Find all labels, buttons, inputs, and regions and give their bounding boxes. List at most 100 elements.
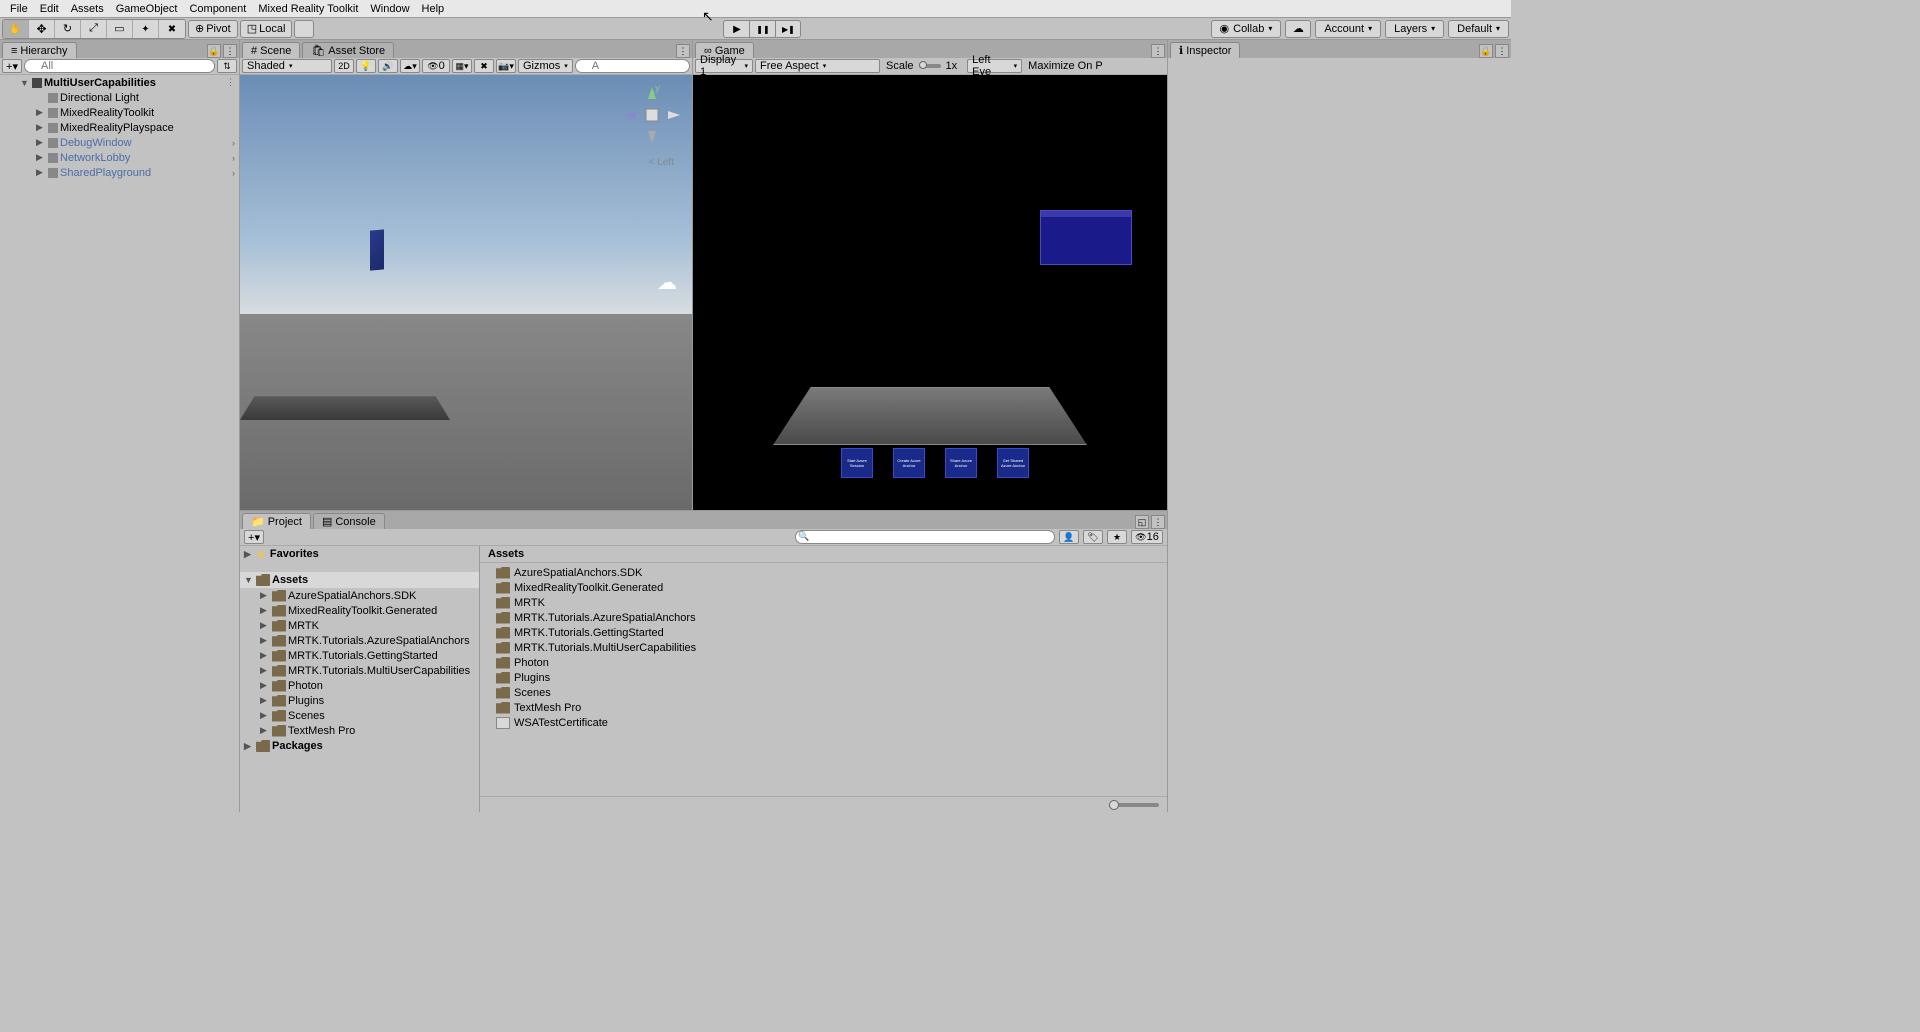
cloud-button[interactable]: [1285, 20, 1311, 38]
hierarchy-create-button[interactable]: +▾: [2, 59, 22, 73]
menu-mrtk[interactable]: Mixed Reality Toolkit: [252, 3, 364, 15]
menu-window[interactable]: Window: [364, 3, 415, 15]
menu-component[interactable]: Component: [183, 3, 252, 15]
2d-toggle-button[interactable]: 2D: [334, 59, 354, 73]
project-filter1-button[interactable]: 👤: [1059, 530, 1079, 544]
menu-gameobject[interactable]: GameObject: [110, 3, 184, 15]
project-expand-button[interactable]: ◱: [1135, 515, 1149, 529]
collab-dropdown[interactable]: ◉ Collab: [1211, 20, 1282, 38]
menu-assets[interactable]: Assets: [65, 3, 110, 15]
snap-toggle[interactable]: [294, 20, 314, 38]
scene-menu-button[interactable]: ⋮: [676, 44, 690, 58]
scale-slider[interactable]: [919, 61, 927, 69]
project-tree-item[interactable]: ▶MRTK: [240, 618, 479, 633]
scene-tab[interactable]: # Scene: [242, 42, 300, 58]
hierarchy-scene-row[interactable]: ▼ MultiUserCapabilities ⋮: [0, 75, 239, 90]
project-tree-item[interactable]: ▶MixedRealityToolkit.Generated: [240, 603, 479, 618]
console-tab[interactable]: ▤ Console: [313, 513, 385, 529]
project-filter2-button[interactable]: 🏷: [1083, 530, 1103, 544]
hierarchy-lock-button[interactable]: 🔒: [207, 44, 221, 58]
lighting-button[interactable]: 💡: [356, 59, 376, 73]
asset-store-tab[interactable]: 🛍 Asset Store: [302, 42, 394, 58]
rect-tool-button[interactable]: [107, 20, 133, 38]
play-button[interactable]: [723, 20, 749, 38]
hierarchy-tab[interactable]: ≡ Hierarchy: [2, 42, 77, 58]
inspector-tab[interactable]: ℹ Inspector: [1170, 42, 1240, 58]
hierarchy-item[interactable]: Directional Light: [0, 90, 239, 105]
layers-dropdown[interactable]: Layers: [1385, 20, 1444, 38]
menu-help[interactable]: Help: [416, 3, 451, 15]
inspector-lock-button[interactable]: 🔒: [1479, 44, 1493, 58]
hierarchy-search-input[interactable]: [24, 59, 215, 73]
project-create-button[interactable]: +▾: [244, 530, 264, 544]
step-button[interactable]: [775, 20, 801, 38]
game-viewport[interactable]: Start Azure SessionCreate Azure AnchorSh…: [693, 75, 1167, 510]
favorites-section[interactable]: ▶ ★ Favorites: [240, 546, 479, 562]
shading-dropdown[interactable]: Shaded: [242, 59, 332, 73]
project-content-item[interactable]: WSATestCertificate: [480, 715, 1167, 730]
packages-section[interactable]: ▶ Packages: [240, 738, 479, 754]
project-tab[interactable]: 📁 Project: [242, 513, 311, 529]
grid-button[interactable]: ▦▾: [452, 59, 472, 73]
project-content-item[interactable]: AzureSpatialAnchors.SDK: [480, 565, 1167, 580]
game-menu-button[interactable]: ⋮: [1151, 44, 1165, 58]
transform-tool-button[interactable]: [133, 20, 159, 38]
rotate-tool-button[interactable]: [55, 20, 81, 38]
pause-button[interactable]: [749, 20, 775, 38]
project-content-item[interactable]: MRTK.Tutorials.AzureSpatialAnchors: [480, 610, 1167, 625]
project-favorites-button[interactable]: ★: [1107, 530, 1127, 544]
project-content-item[interactable]: Photon: [480, 655, 1167, 670]
project-content-item[interactable]: MRTK.Tutorials.GettingStarted: [480, 625, 1167, 640]
project-tree-item[interactable]: ▶Scenes: [240, 708, 479, 723]
aspect-dropdown[interactable]: Free Aspect: [755, 59, 880, 73]
project-menu-button[interactable]: ⋮: [1151, 515, 1165, 529]
menu-edit[interactable]: Edit: [34, 3, 65, 15]
project-tree-item[interactable]: ▶AzureSpatialAnchors.SDK: [240, 588, 479, 603]
project-content-item[interactable]: Scenes: [480, 685, 1167, 700]
maximize-label[interactable]: Maximize On P: [1028, 60, 1103, 72]
layout-dropdown[interactable]: Default: [1448, 20, 1509, 38]
hierarchy-item[interactable]: ▶DebugWindow›: [0, 135, 239, 150]
fx-button[interactable]: ☁▾: [400, 59, 420, 73]
menu-file[interactable]: File: [4, 3, 34, 15]
scene-menu-icon[interactable]: ⋮: [226, 77, 235, 88]
camera-button[interactable]: 📷▾: [496, 59, 516, 73]
hierarchy-item[interactable]: ▶SharedPlayground›: [0, 165, 239, 180]
hierarchy-filter-button[interactable]: ⇅: [217, 59, 237, 73]
project-tree-item[interactable]: ▶Photon: [240, 678, 479, 693]
hierarchy-menu-button[interactable]: ⋮: [223, 44, 237, 58]
eye-dropdown[interactable]: Left Eye: [967, 59, 1022, 73]
audio-button[interactable]: 🔊: [378, 59, 398, 73]
project-hidden-button[interactable]: 👁16: [1131, 530, 1163, 544]
pivot-toggle[interactable]: ⊕ Pivot: [188, 20, 238, 38]
display-dropdown[interactable]: Display 1: [695, 59, 753, 73]
scene-viewport[interactable]: ☁ y z < Left: [240, 75, 692, 510]
project-tree-item[interactable]: ▶MRTK.Tutorials.AzureSpatialAnchors: [240, 633, 479, 648]
project-content-item[interactable]: MixedRealityToolkit.Generated: [480, 580, 1167, 595]
hierarchy-item[interactable]: ▶NetworkLobby›: [0, 150, 239, 165]
hierarchy-item[interactable]: ▶MixedRealityPlayspace: [0, 120, 239, 135]
scale-tool-button[interactable]: [81, 20, 107, 38]
project-content-item[interactable]: Plugins: [480, 670, 1167, 685]
assets-section[interactable]: ▼ Assets: [240, 572, 479, 588]
move-tool-button[interactable]: [29, 20, 55, 38]
project-tree-item[interactable]: ▶Plugins: [240, 693, 479, 708]
custom-tool-button[interactable]: [159, 20, 185, 38]
scene-search-input[interactable]: [575, 59, 690, 73]
project-content-item[interactable]: TextMesh Pro: [480, 700, 1167, 715]
project-content-item[interactable]: MRTK: [480, 595, 1167, 610]
project-search-input[interactable]: [795, 530, 1055, 544]
project-tree-item[interactable]: ▶MRTK.Tutorials.MultiUserCapabilities: [240, 663, 479, 678]
hidden-button[interactable]: 👁0: [422, 59, 450, 73]
project-content-item[interactable]: MRTK.Tutorials.MultiUserCapabilities: [480, 640, 1167, 655]
thumbnail-size-slider[interactable]: [1109, 803, 1159, 807]
hierarchy-item[interactable]: ▶MixedRealityToolkit: [0, 105, 239, 120]
hand-tool-button[interactable]: [3, 20, 29, 38]
gizmos-dropdown[interactable]: Gizmos: [518, 59, 573, 73]
local-toggle[interactable]: ◳ Local: [240, 20, 293, 38]
project-tree-item[interactable]: ▶MRTK.Tutorials.GettingStarted: [240, 648, 479, 663]
project-tree-item[interactable]: ▶TextMesh Pro: [240, 723, 479, 738]
tool1-button[interactable]: ✖: [474, 59, 494, 73]
account-dropdown[interactable]: Account: [1315, 20, 1381, 38]
inspector-menu-button[interactable]: ⋮: [1495, 44, 1509, 58]
